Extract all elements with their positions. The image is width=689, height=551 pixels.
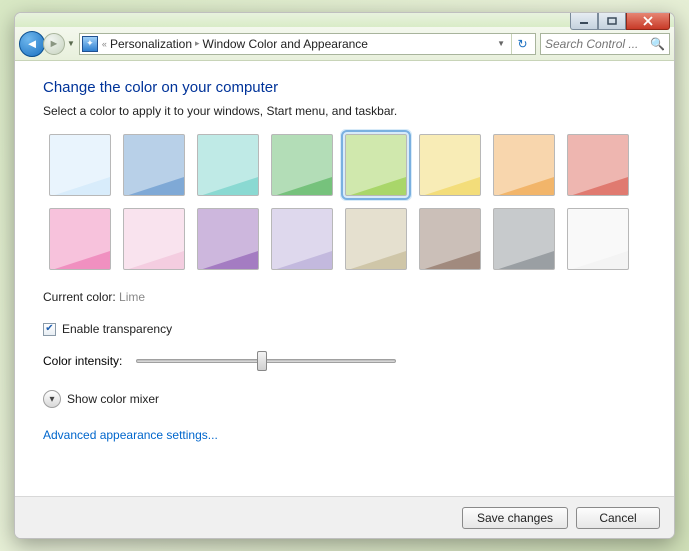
color-swatch-lime[interactable]: [345, 134, 407, 196]
gloss-overlay: [419, 134, 481, 196]
show-color-mixer-label: Show color mixer: [67, 392, 159, 406]
maximize-icon: [607, 17, 617, 25]
gloss-overlay: [271, 208, 333, 270]
content-area: Change the color on your computer Select…: [15, 61, 674, 496]
color-swatch-frost[interactable]: [567, 208, 629, 270]
breadcrumb-current[interactable]: Window Color and Appearance: [203, 37, 368, 51]
gloss-overlay: [49, 208, 111, 270]
minimize-icon: [579, 17, 589, 25]
save-changes-button[interactable]: Save changes: [462, 507, 568, 529]
gloss-overlay: [567, 134, 629, 196]
show-color-mixer-row: ▾ Show color mixer: [43, 390, 646, 408]
page-subtitle: Select a color to apply it to your windo…: [43, 104, 646, 118]
color-swatch-ruby[interactable]: [567, 134, 629, 196]
chevron-right-icon: ▸: [195, 38, 200, 49]
color-swatch-sky[interactable]: [49, 134, 111, 196]
close-icon: [642, 16, 654, 26]
search-input[interactable]: [545, 37, 650, 51]
advanced-appearance-link[interactable]: Advanced appearance settings...: [43, 428, 218, 442]
gloss-overlay: [271, 134, 333, 196]
forward-button[interactable]: ►: [43, 33, 65, 55]
refresh-button[interactable]: ↻: [511, 34, 533, 54]
show-color-mixer-expander[interactable]: ▾: [43, 390, 61, 408]
refresh-icon: ↻: [517, 37, 527, 51]
close-button[interactable]: [626, 12, 670, 30]
control-panel-icon: ✦: [82, 36, 98, 52]
color-swatch-taupe[interactable]: [345, 208, 407, 270]
control-panel-window: ◄ ► ▼ ✦ « Personalization ▸ Window Color…: [14, 12, 675, 539]
back-button[interactable]: ◄: [19, 31, 45, 57]
enable-transparency-label: Enable transparency: [62, 322, 172, 336]
color-intensity-label: Color intensity:: [43, 354, 122, 368]
gloss-overlay: [123, 134, 185, 196]
gloss-overlay: [345, 208, 407, 270]
gloss-overlay: [493, 208, 555, 270]
gloss-overlay: [493, 134, 555, 196]
gloss-overlay: [419, 208, 481, 270]
color-swatch-twilight[interactable]: [123, 134, 185, 196]
page-title: Change the color on your computer: [43, 79, 646, 96]
color-swatch-violet[interactable]: [197, 208, 259, 270]
current-color-label: Current color:: [43, 290, 116, 304]
minimize-button[interactable]: [570, 12, 598, 30]
color-swatch-blush[interactable]: [123, 208, 185, 270]
arrow-right-icon: ►: [49, 38, 60, 50]
gloss-overlay: [567, 208, 629, 270]
current-color-line: Current color: Lime: [43, 290, 646, 304]
search-box[interactable]: 🔍: [540, 33, 670, 55]
window-controls: [570, 12, 670, 30]
toolbar: ◄ ► ▼ ✦ « Personalization ▸ Window Color…: [15, 27, 674, 61]
maximize-button[interactable]: [598, 12, 626, 30]
arrow-left-icon: ◄: [26, 36, 39, 51]
color-intensity-slider[interactable]: [136, 359, 396, 363]
color-swatch-grid: [49, 134, 646, 270]
gloss-overlay: [345, 134, 407, 196]
color-swatch-lavender[interactable]: [271, 208, 333, 270]
chevron-left-icon: «: [102, 39, 107, 49]
gloss-overlay: [123, 208, 185, 270]
color-swatch-chocolate[interactable]: [419, 208, 481, 270]
gloss-overlay: [197, 208, 259, 270]
search-icon: 🔍: [650, 37, 665, 51]
color-swatch-sun[interactable]: [419, 134, 481, 196]
breadcrumb: « Personalization ▸ Window Color and App…: [102, 37, 368, 51]
nav-buttons: ◄ ► ▼: [19, 31, 75, 57]
current-color-value: Lime: [119, 290, 145, 304]
nav-history-dropdown[interactable]: ▼: [67, 39, 75, 48]
color-swatch-fuchsia[interactable]: [49, 208, 111, 270]
color-intensity-row: Color intensity:: [43, 354, 646, 368]
color-swatch-sea[interactable]: [197, 134, 259, 196]
color-swatch-slate[interactable]: [493, 208, 555, 270]
address-dropdown[interactable]: ▼: [493, 39, 509, 48]
slider-thumb[interactable]: [257, 351, 267, 371]
address-bar[interactable]: ✦ « Personalization ▸ Window Color and A…: [79, 33, 536, 55]
footer: Save changes Cancel: [15, 496, 674, 538]
titlebar: [15, 13, 674, 27]
check-icon: ✔: [45, 324, 53, 334]
gloss-overlay: [197, 134, 259, 196]
enable-transparency-checkbox[interactable]: ✔: [43, 323, 56, 336]
color-swatch-pumpkin[interactable]: [493, 134, 555, 196]
enable-transparency-row: ✔ Enable transparency: [43, 322, 646, 336]
cancel-button[interactable]: Cancel: [576, 507, 660, 529]
breadcrumb-parent[interactable]: Personalization: [110, 37, 192, 51]
chevron-down-icon: ▾: [49, 394, 54, 405]
color-swatch-leaf[interactable]: [271, 134, 333, 196]
gloss-overlay: [49, 134, 111, 196]
